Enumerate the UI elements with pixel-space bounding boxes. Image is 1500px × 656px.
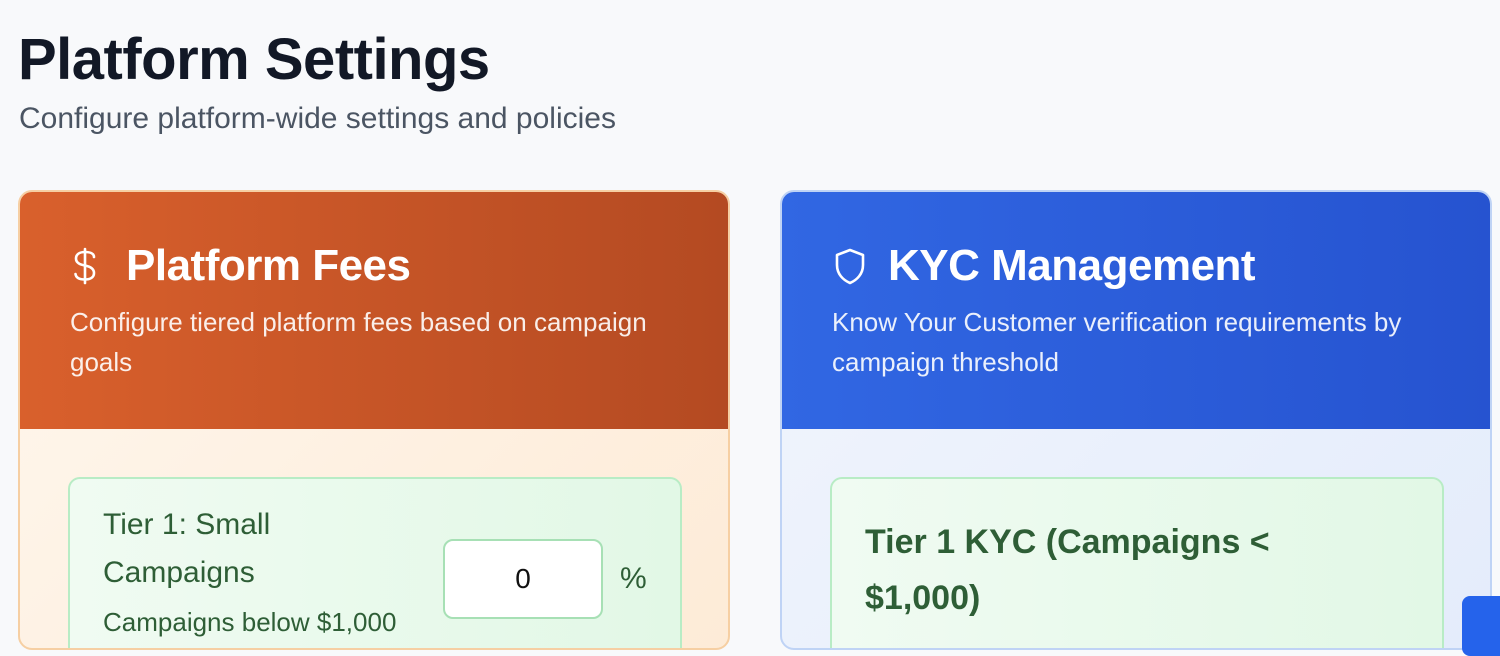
fee-tier-1-input[interactable] — [443, 539, 603, 619]
fee-tier-1-note: Campaigns below $1,000 — [103, 607, 397, 637]
platform-fees-title-row: Platform Fees — [70, 240, 411, 292]
floating-action-button[interactable] — [1462, 596, 1500, 656]
platform-fees-card: Platform Fees Configure tiered platform … — [18, 190, 730, 650]
shield-icon — [832, 244, 872, 288]
fee-tier-1-unit: % — [620, 562, 647, 595]
kyc-tier-1-title: Tier 1 KYC (Campaigns < $1,000) — [865, 523, 1270, 617]
kyc-management-card: KYC Management Know Your Customer verifi… — [780, 190, 1492, 650]
fee-tier-1-box: Tier 1: Small Campaigns % Campaigns belo… — [68, 477, 682, 648]
kyc-management-description: Know Your Customer verification requirem… — [832, 307, 1402, 377]
fee-tier-1-name: Tier 1: Small Campaigns — [103, 508, 271, 589]
kyc-management-title: KYC Management — [888, 241, 1256, 290]
kyc-tier-1-box: Tier 1 KYC (Campaigns < $1,000) — [830, 477, 1444, 648]
platform-fees-title: Platform Fees — [126, 241, 411, 290]
kyc-management-title-row: KYC Management — [832, 240, 1256, 292]
platform-fees-header: Platform Fees Configure tiered platform … — [20, 192, 728, 429]
page-subtitle: Configure platform-wide settings and pol… — [19, 102, 616, 135]
platform-fees-description: Configure tiered platform fees based on … — [70, 307, 647, 377]
dollar-icon — [70, 244, 110, 288]
kyc-management-header: KYC Management Know Your Customer verifi… — [782, 192, 1490, 429]
page-title: Platform Settings — [18, 27, 490, 92]
